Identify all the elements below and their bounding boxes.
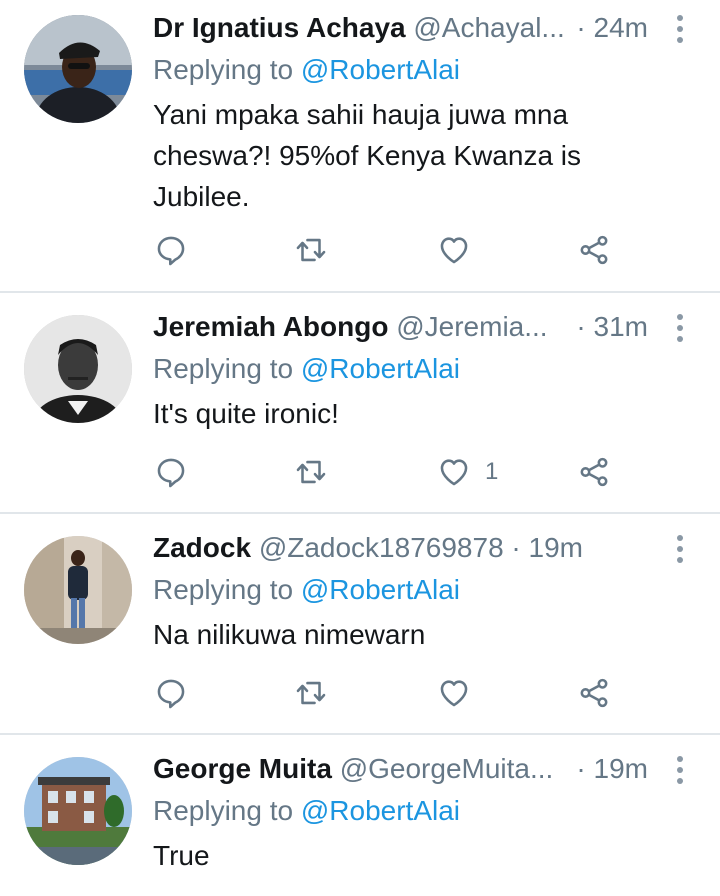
more-vertical-icon[interactable] <box>670 11 690 47</box>
reply-button[interactable] <box>154 232 188 268</box>
avatar-image <box>24 536 132 644</box>
tweet-text: True <box>153 840 210 871</box>
replying-to: Replying to @RobertAlai <box>153 793 460 829</box>
reply-icon <box>157 236 185 266</box>
heart-icon <box>440 680 468 707</box>
replying-to: Replying to @RobertAlai <box>153 52 460 88</box>
tweet-reply[interactable]: George Muita @GeorgeMuita... · 19m Reply… <box>0 735 720 896</box>
timestamp[interactable]: 31m <box>594 311 648 342</box>
replying-to: Replying to @RobertAlai <box>153 351 460 387</box>
avatar[interactable] <box>24 15 132 123</box>
heart-icon <box>440 237 468 264</box>
tweet-text: It's quite ironic! <box>153 398 339 429</box>
share-icon <box>580 457 608 487</box>
author-handle[interactable]: @GeorgeMuita... <box>340 753 554 784</box>
replying-prefix: Replying to <box>153 54 294 85</box>
share-icon <box>580 678 608 708</box>
replying-prefix: Replying to <box>153 353 294 384</box>
mention-link[interactable]: @RobertAlai <box>301 353 460 384</box>
tweet-reply[interactable]: Zadock @Zadock18769878 · 19m Replying to… <box>0 514 720 732</box>
separator-dot: · <box>576 12 586 43</box>
tweet-time: · 24m <box>570 10 648 46</box>
mention-link[interactable]: @RobertAlai <box>301 54 460 85</box>
retweet-icon <box>296 681 326 705</box>
avatar[interactable] <box>24 536 132 644</box>
retweet-button[interactable] <box>294 232 328 268</box>
like-button[interactable] <box>437 232 485 268</box>
mention-link[interactable]: @RobertAlai <box>301 795 460 826</box>
retweet-icon <box>296 238 326 262</box>
reply-button[interactable] <box>154 675 188 711</box>
like-count: 1 <box>485 458 499 485</box>
timestamp[interactable]: 19m <box>529 532 583 563</box>
tweet-time: · 19m <box>570 751 648 787</box>
retweet-button[interactable] <box>294 454 328 490</box>
tweet-reply[interactable]: Jeremiah Abongo @Jeremia... · 31m Replyi… <box>0 293 720 511</box>
heart-icon <box>440 459 468 486</box>
reply-icon <box>157 458 185 488</box>
replying-prefix: Replying to <box>153 795 294 826</box>
more-vertical-icon[interactable] <box>670 531 690 567</box>
avatar-image <box>24 757 132 865</box>
separator-dot: · <box>511 532 521 563</box>
retweet-icon <box>296 460 326 484</box>
author-name[interactable]: Zadock <box>153 532 251 563</box>
tweet-time: · 31m <box>570 309 648 345</box>
tweet-text: Na nilikuwa nimewarn <box>153 619 426 650</box>
author-handle[interactable]: @Zadock18769878 <box>259 532 504 563</box>
tweet-header: Zadock @Zadock18769878 · 19m <box>153 530 660 566</box>
author-handle[interactable]: @Achayal... <box>413 12 564 43</box>
tweet-reply[interactable]: Dr Ignatius Achaya @Achayal... · 24m Rep… <box>0 0 720 290</box>
author-handle[interactable]: @Jeremia... <box>396 311 547 342</box>
like-button[interactable] <box>437 675 485 711</box>
replying-to: Replying to @RobertAlai <box>153 572 460 608</box>
avatar[interactable] <box>24 757 132 865</box>
more-vertical-icon[interactable] <box>670 752 690 788</box>
author-name[interactable]: George Muita <box>153 753 332 784</box>
mention-link[interactable]: @RobertAlai <box>301 574 460 605</box>
retweet-button[interactable] <box>294 675 328 711</box>
reply-icon <box>157 679 185 709</box>
share-icon <box>580 235 608 265</box>
more-vertical-icon[interactable] <box>670 310 690 346</box>
author-name[interactable]: Dr Ignatius Achaya <box>153 12 406 43</box>
avatar-image <box>24 15 132 123</box>
avatar-image <box>24 315 132 423</box>
share-button[interactable] <box>577 454 611 490</box>
separator-dot: · <box>576 311 586 342</box>
reply-button[interactable] <box>154 454 188 490</box>
share-button[interactable] <box>577 675 611 711</box>
replying-prefix: Replying to <box>153 574 294 605</box>
avatar[interactable] <box>24 315 132 423</box>
timestamp[interactable]: 19m <box>594 753 648 784</box>
share-button[interactable] <box>577 232 611 268</box>
tweet-text: Yani mpaka sahii hauja juwa mna cheswa?!… <box>153 99 582 212</box>
timestamp[interactable]: 24m <box>594 12 648 43</box>
like-button[interactable]: 1 <box>437 454 498 490</box>
separator-dot: · <box>576 753 586 784</box>
author-name[interactable]: Jeremiah Abongo <box>153 311 388 342</box>
